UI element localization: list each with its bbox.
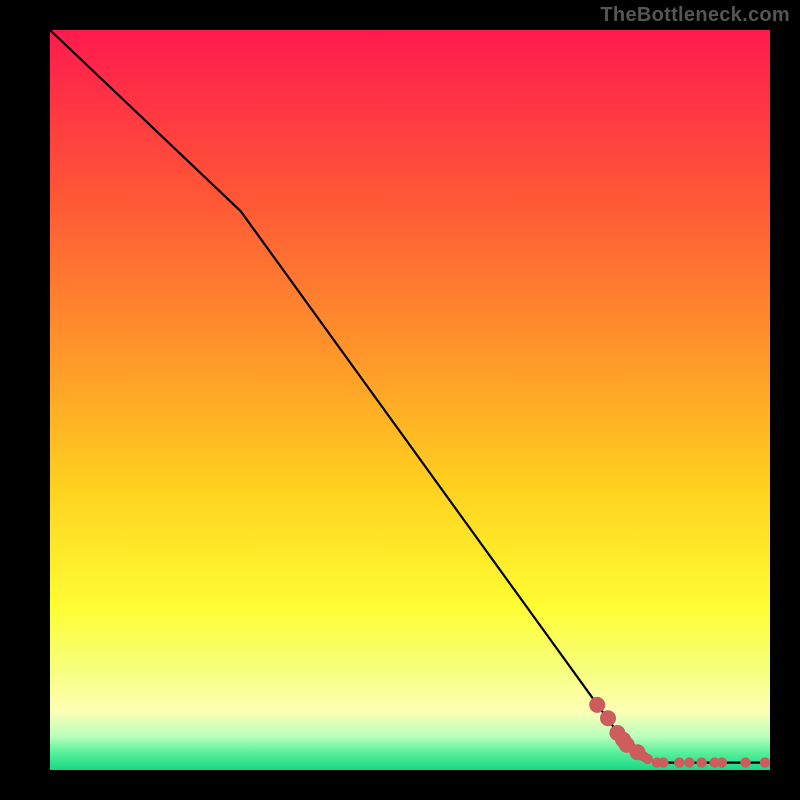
chart-canvas: [50, 30, 770, 770]
data-point: [658, 757, 668, 767]
data-point: [740, 757, 750, 767]
data-point: [684, 757, 694, 767]
data-point: [674, 757, 684, 767]
chart-background: [50, 30, 770, 770]
data-point: [760, 757, 770, 767]
data-point: [589, 697, 605, 713]
attribution-watermark: TheBottleneck.com: [600, 4, 790, 27]
data-point: [717, 757, 727, 767]
chart-svg: [50, 30, 770, 770]
data-point: [642, 754, 652, 764]
data-point: [600, 710, 616, 726]
data-point: [696, 757, 706, 767]
